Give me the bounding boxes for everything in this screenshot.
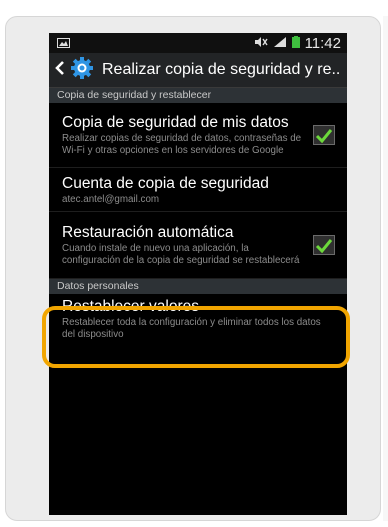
item-subtitle: atec.antel@gmail.com [62, 193, 160, 205]
settings-gear-icon[interactable] [70, 56, 94, 85]
checkmark-icon [315, 238, 333, 253]
signal-icon [273, 35, 287, 51]
list-item-auto-restore[interactable]: Restauración automática Cuando instale d… [49, 212, 347, 279]
photo-notification-icon [57, 35, 70, 51]
item-subtitle: Restablecer toda la configuración y elim… [62, 317, 321, 340]
item-subtitle: Cuando instale de nuevo una aplicación, … [62, 243, 300, 266]
battery-icon [291, 35, 300, 51]
list-item-backup-account[interactable]: Cuenta de copia de seguridad atec.antel@… [49, 168, 347, 212]
back-icon[interactable] [55, 60, 65, 81]
app-bar: Realizar copia de seguridad y re.. [49, 53, 347, 88]
status-bar: 11:42 [49, 33, 347, 53]
backup-data-checkbox[interactable] [313, 125, 335, 145]
section-header-backup: Copia de seguridad y restablecer [49, 88, 347, 103]
item-subtitle: Realizar copias de seguridad de datos, c… [62, 133, 302, 156]
status-time: 11:42 [304, 34, 341, 52]
list-item-backup-data[interactable]: Copia de seguridad de mis datos Realizar… [49, 103, 347, 168]
list-item-factory-reset[interactable]: Restablecer valores Restablecer toda la … [49, 294, 347, 344]
muted-icon [254, 35, 268, 51]
section-header-personal: Datos personales [49, 279, 347, 294]
phone-screen: 11:42 Realizar copia de seguridad y re..… [49, 33, 347, 515]
frame-edge [383, 16, 388, 521]
item-title: Copia de seguridad de mis datos [62, 114, 289, 132]
auto-restore-checkbox[interactable] [313, 235, 335, 255]
checkmark-icon [315, 128, 333, 143]
item-title: Restauración automática [62, 224, 234, 242]
item-title: Cuenta de copia de seguridad [62, 174, 269, 192]
app-bar-title: Realizar copia de seguridad y re.. [102, 61, 341, 78]
item-title: Restablecer valores [62, 298, 199, 316]
